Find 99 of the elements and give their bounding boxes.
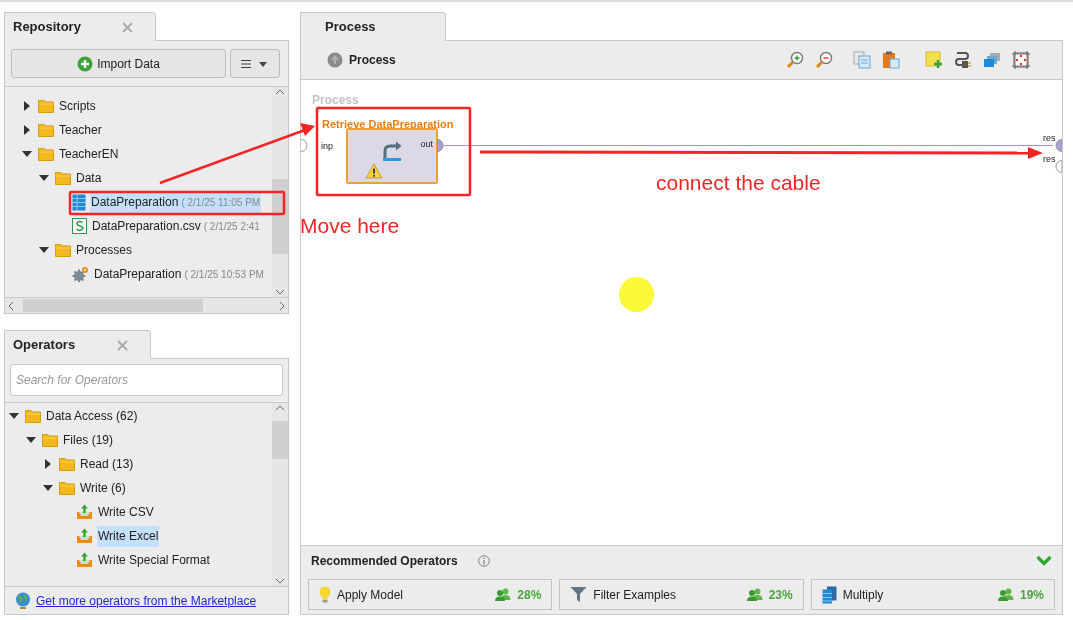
chevron-up-icon[interactable]	[275, 89, 285, 95]
tree-item[interactable]: Processes	[75, 239, 134, 261]
collapse-icon[interactable]	[26, 437, 36, 443]
chevron-up-icon[interactable]	[275, 405, 285, 411]
horizontal-scrollbar[interactable]	[5, 297, 288, 313]
tree-item[interactable]: DataPreparation.csv ( 2/1/25 2:41	[91, 215, 261, 237]
up-icon[interactable]	[327, 52, 343, 68]
folder-icon	[38, 99, 54, 113]
export-icon	[76, 552, 93, 568]
layers-icon[interactable]	[983, 51, 1001, 69]
users-icon	[997, 588, 1014, 601]
collapse-icon[interactable]	[22, 151, 32, 157]
menu-button[interactable]	[230, 49, 280, 78]
plug-icon[interactable]	[954, 51, 972, 69]
item-date: ( 2/1/25 2:41	[203, 219, 260, 234]
breadcrumb[interactable]: Process	[349, 51, 396, 69]
retrieve-icon	[381, 140, 403, 162]
chevron-right-icon[interactable]	[279, 300, 285, 311]
zoom-out-icon[interactable]	[815, 51, 833, 69]
bulb-icon	[319, 586, 331, 603]
menu-icon	[240, 58, 270, 69]
stacked-tables-icon	[821, 585, 837, 604]
plus-icon	[77, 55, 94, 72]
collapse-icon[interactable]	[43, 485, 53, 491]
folder-icon	[59, 457, 75, 471]
cursor-highlight	[619, 277, 654, 312]
users-icon	[495, 588, 512, 601]
input-port[interactable]	[301, 139, 308, 152]
tree-item[interactable]: Files (19)	[62, 429, 114, 451]
vertical-scrollbar[interactable]	[272, 87, 288, 297]
collapse-icon[interactable]	[39, 175, 49, 181]
canvas-label: Process	[312, 92, 359, 109]
port-label: res	[1043, 153, 1056, 166]
tree-item[interactable]: Write CSV	[97, 501, 155, 523]
globe-icon	[15, 592, 31, 609]
tree-item[interactable]: Write Special Format	[97, 549, 211, 571]
chevron-down-icon[interactable]	[1036, 555, 1052, 566]
expand-icon[interactable]	[45, 459, 51, 469]
recommended-operator[interactable]: Multiply 19%	[810, 579, 1055, 610]
result-port[interactable]	[1054, 139, 1062, 152]
item-date: ( 2/1/25 10:53 PM	[184, 267, 264, 282]
import-data-button[interactable]: Import Data	[11, 49, 226, 78]
item-name: DataPreparation	[94, 266, 182, 283]
item-name: DataPreparation	[91, 194, 179, 211]
table-icon	[72, 193, 86, 211]
section-title: Recommended Operators	[311, 552, 458, 570]
output-port[interactable]	[437, 139, 445, 152]
fit-icon[interactable]	[1012, 51, 1030, 69]
spreadsheet-icon	[72, 218, 87, 234]
expand-icon[interactable]	[24, 125, 30, 135]
marketplace-link[interactable]: Get more operators from the Marketplace	[36, 591, 257, 610]
chevron-down-icon[interactable]	[275, 289, 285, 295]
recommended-operator[interactable]: Filter Examples 23%	[559, 579, 804, 610]
folder-icon	[38, 147, 54, 161]
collapse-icon[interactable]	[9, 413, 19, 419]
folder-icon	[59, 481, 75, 495]
search-field[interactable]: Search for Operators	[10, 364, 283, 396]
item-name: DataPreparation.csv	[92, 218, 201, 235]
port-label: res	[1043, 132, 1056, 145]
folder-icon	[38, 123, 54, 137]
export-icon	[76, 504, 93, 520]
scroll-thumb[interactable]	[23, 299, 203, 312]
tree-item[interactable]: Read (13)	[79, 453, 135, 475]
info-icon[interactable]	[477, 554, 490, 567]
operator-node[interactable]: out	[346, 128, 438, 184]
port-label: out	[420, 138, 433, 151]
tree-item[interactable]: Scripts	[58, 95, 97, 117]
expand-icon[interactable]	[24, 101, 30, 111]
scroll-thumb[interactable]	[272, 421, 288, 459]
vertical-scrollbar[interactable]	[272, 403, 288, 586]
folder-icon	[25, 409, 41, 423]
users-icon	[746, 588, 763, 601]
tree-item[interactable]: Data Access (62)	[45, 405, 139, 427]
clipboard-icon[interactable]	[882, 51, 900, 69]
chevron-down-icon[interactable]	[275, 578, 285, 584]
tree-item[interactable]: Write Excel	[97, 525, 160, 547]
annotation-text: Move here	[300, 213, 400, 239]
recommended-operator[interactable]: Apply Model 28%	[308, 579, 553, 610]
tree-item[interactable]: TeacherEN	[58, 143, 120, 165]
port-label: inp	[320, 140, 334, 154]
tree-item[interactable]: DataPreparation ( 2/1/25 11:05 PM	[90, 191, 262, 213]
export-icon	[76, 528, 93, 544]
note-icon[interactable]	[925, 51, 943, 69]
tree-item[interactable]: Teacher	[58, 119, 103, 141]
tree-item[interactable]: Write (6)	[79, 477, 127, 499]
annotation-text: connect the cable	[656, 170, 821, 196]
tree-item[interactable]: DataPreparation ( 2/1/25 10:53 PM	[93, 263, 265, 285]
folder-icon	[55, 171, 71, 185]
funnel-icon	[570, 586, 588, 603]
tree-item[interactable]: Data	[75, 167, 103, 189]
item-date: ( 2/1/25 11:05 PM	[181, 195, 261, 210]
folder-icon	[55, 243, 71, 257]
folder-icon	[42, 433, 58, 447]
zoom-in-icon[interactable]	[786, 51, 804, 69]
result-port[interactable]	[1054, 160, 1062, 173]
chevron-left-icon[interactable]	[8, 300, 14, 311]
collapse-icon[interactable]	[39, 247, 49, 253]
gears-icon	[72, 266, 89, 282]
scroll-thumb[interactable]	[272, 179, 288, 254]
